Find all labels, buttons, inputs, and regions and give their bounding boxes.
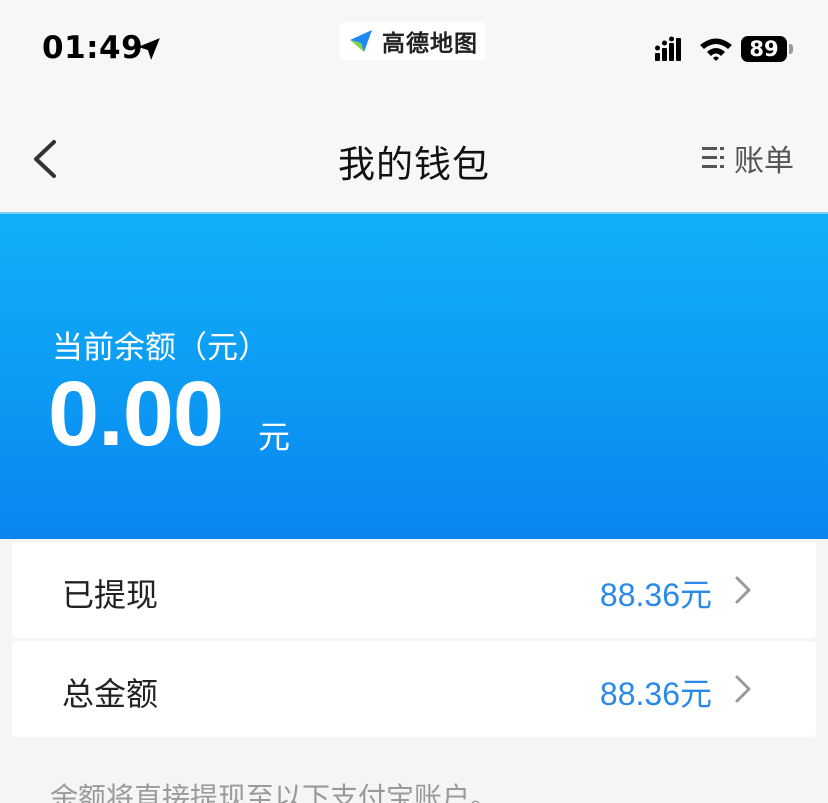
bill-button[interactable]: 账单 — [700, 136, 794, 180]
app-logo-icon — [347, 27, 375, 55]
withdraw-note: 余额将直接提现至以下支付宝账户。 — [50, 781, 499, 803]
list-icon — [702, 147, 724, 168]
balance-card: 当前余额（元） 0.00 元 — [0, 212, 828, 539]
total-value: 88.36元 — [599, 676, 712, 712]
app-name: 高德地图 — [382, 31, 478, 57]
battery-tip — [789, 44, 793, 54]
signal-icon — [655, 36, 681, 61]
nav-bar: 我的钱包 账单 — [0, 100, 828, 212]
status-bar: 01:49 高德地图 89 — [0, 0, 828, 100]
chevron-right-icon — [735, 675, 751, 703]
total-label: 总金额 — [62, 675, 159, 713]
balance-label: 当前余额（元） — [52, 330, 269, 366]
chevron-right-icon — [735, 576, 751, 604]
bill-label: 账单 — [734, 144, 794, 179]
battery-indicator: 89 — [741, 36, 787, 62]
balance-unit: 元 — [258, 418, 291, 456]
withdrawn-value: 88.36元 — [599, 577, 712, 613]
balance-amount: 0.00 — [48, 363, 224, 465]
location-arrow-icon — [138, 38, 160, 60]
app-badge[interactable]: 高德地图 — [340, 22, 486, 60]
total-row[interactable]: 总金额 88.36元 — [12, 641, 816, 737]
wifi-icon — [700, 38, 732, 61]
withdrawn-row[interactable]: 已提现 88.36元 — [12, 542, 816, 638]
status-time: 01:49 — [42, 30, 144, 66]
withdrawn-label: 已提现 — [62, 576, 159, 614]
